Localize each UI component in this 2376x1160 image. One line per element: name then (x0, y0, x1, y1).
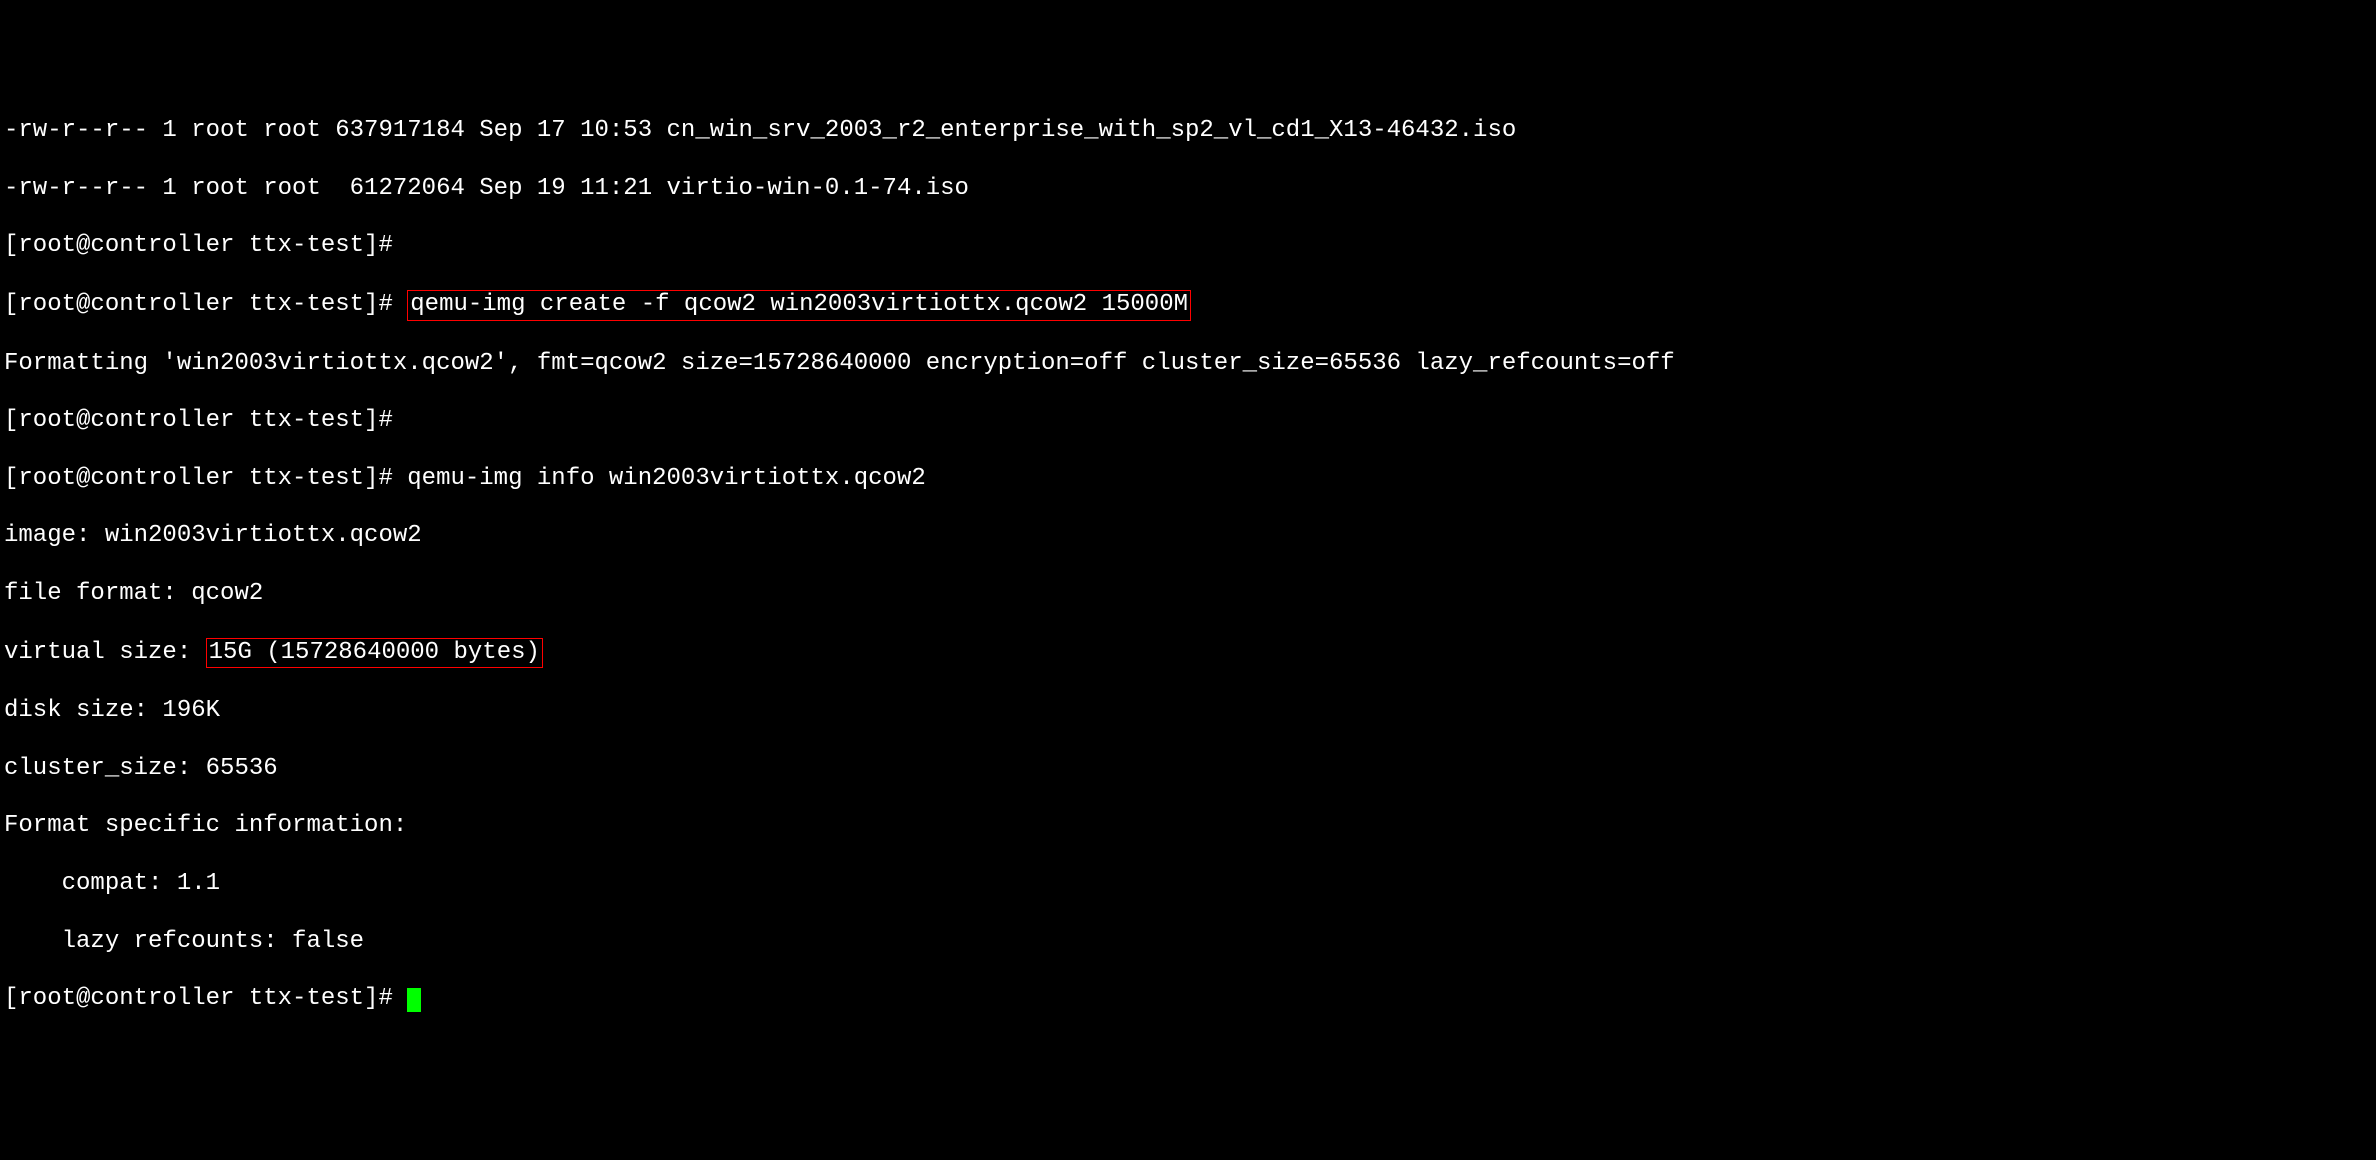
prompt-text: [root@controller ttx-test]# (4, 291, 407, 318)
info-file-format: file format: qcow2 (4, 580, 2372, 609)
info-virtual-size-line: virtual size: 15G (15728640000 bytes) (4, 638, 2372, 669)
prompt-empty-1: [root@controller ttx-test]# (4, 232, 2372, 261)
prompt-text: [root@controller ttx-test]# (4, 985, 407, 1012)
ls-output-line-2: -rw-r--r-- 1 root root 61272064 Sep 19 1… (4, 175, 2372, 204)
info-format-specific: Format specific information: (4, 812, 2372, 841)
virtual-size-label: virtual size: (4, 639, 206, 666)
prompt-with-info-cmd: [root@controller ttx-test]# qemu-img inf… (4, 465, 2372, 494)
prompt-empty-2: [root@controller ttx-test]# (4, 407, 2372, 436)
formatting-output: Formatting 'win2003virtiottx.qcow2', fmt… (4, 350, 2372, 379)
prompt-text: [root@controller ttx-test]# (4, 465, 407, 492)
info-cluster-size: cluster_size: 65536 (4, 755, 2372, 784)
qemu-info-command: qemu-img info win2003virtiottx.qcow2 (407, 465, 925, 492)
info-image: image: win2003virtiottx.qcow2 (4, 522, 2372, 551)
qemu-create-command: qemu-img create -f qcow2 win2003virtiott… (407, 290, 1191, 321)
info-lazy-refcounts: lazy refcounts: false (4, 928, 2372, 957)
info-compat: compat: 1.1 (4, 870, 2372, 899)
info-disk-size: disk size: 196K (4, 697, 2372, 726)
virtual-size-value: 15G (15728640000 bytes) (206, 638, 543, 669)
cursor (407, 988, 421, 1012)
prompt-with-create-cmd: [root@controller ttx-test]# qemu-img cre… (4, 290, 2372, 321)
prompt-active[interactable]: [root@controller ttx-test]# (4, 985, 2372, 1014)
ls-output-line-1: -rw-r--r-- 1 root root 637917184 Sep 17 … (4, 117, 2372, 146)
